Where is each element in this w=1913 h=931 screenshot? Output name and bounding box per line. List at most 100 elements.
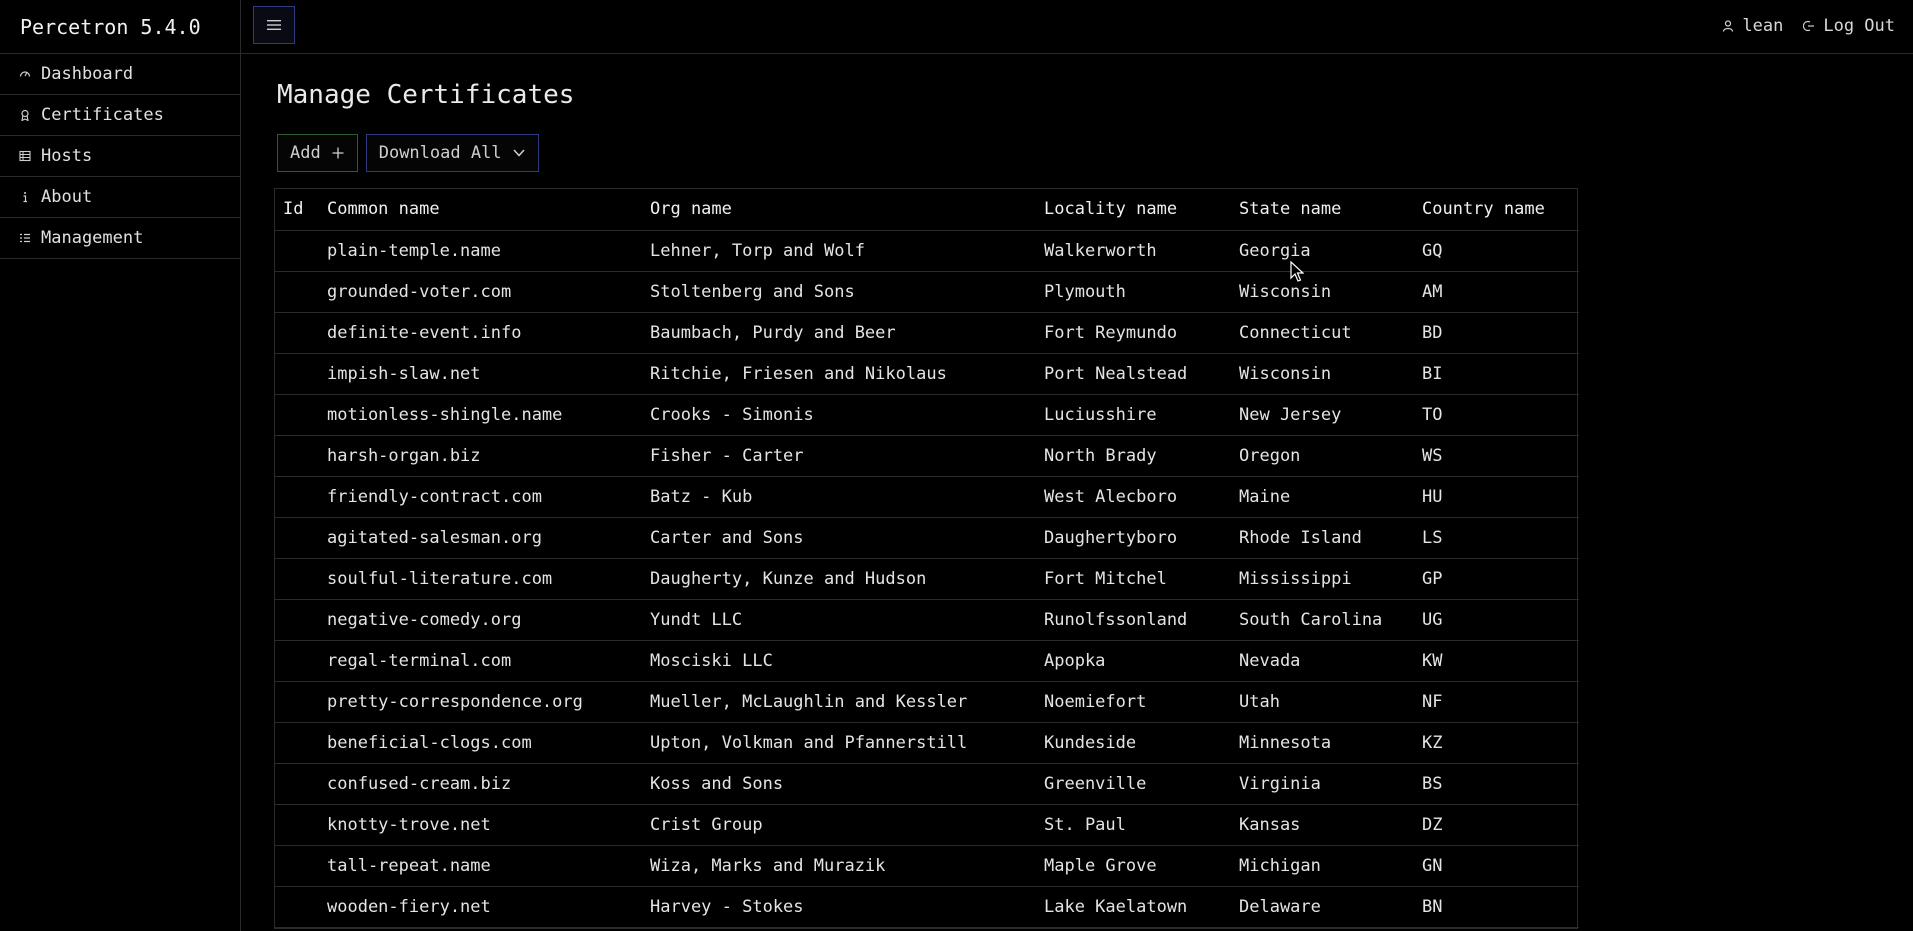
cell-state-name: Wisconsin xyxy=(1231,353,1414,395)
sidebar-item-about[interactable]: About xyxy=(0,177,240,218)
cell-id xyxy=(275,681,319,723)
cell-country-name: BD xyxy=(1414,312,1579,354)
cell-state-name: Maine xyxy=(1231,476,1414,518)
column-header-country-name[interactable]: Country name xyxy=(1414,189,1579,231)
logout-button[interactable]: Log Out xyxy=(1803,16,1895,36)
cell-id xyxy=(275,394,319,436)
cell-state-name: Michigan xyxy=(1231,845,1414,887)
cell-id xyxy=(275,763,319,805)
cell-state-name: South Carolina xyxy=(1231,599,1414,641)
add-button-label: Add xyxy=(290,143,321,163)
cell-country-name: GN xyxy=(1414,845,1579,887)
cell-common-name: beneficial-clogs.com xyxy=(319,722,642,764)
column-header-locality-name[interactable]: Locality name xyxy=(1036,189,1231,231)
cell-state-name: New Jersey xyxy=(1231,394,1414,436)
sidebar-item-management[interactable]: Management xyxy=(0,218,240,259)
cell-locality-name: North Brady xyxy=(1036,435,1231,477)
cell-id xyxy=(275,230,319,272)
table-row[interactable]: beneficial-clogs.com Upton, Volkman and P… xyxy=(275,722,1579,764)
column-header-id[interactable]: Id xyxy=(275,189,319,231)
column-header-common-name[interactable]: Common name xyxy=(319,189,642,231)
cell-id xyxy=(275,886,319,928)
cell-locality-name: Fort Mitchel xyxy=(1036,558,1231,600)
cell-org-name: Batz - Kub xyxy=(642,476,1036,518)
cell-org-name: Lehner, Torp and Wolf xyxy=(642,230,1036,272)
cell-locality-name: Apopka xyxy=(1036,640,1231,682)
download-all-label: Download All xyxy=(378,143,502,163)
cell-country-name: DZ xyxy=(1414,804,1579,846)
cell-country-name: UG xyxy=(1414,599,1579,641)
table-row[interactable]: impish-slaw.net Ritchie, Friesen and Niko… xyxy=(275,353,1579,395)
sidebar-item-label: Management xyxy=(41,228,144,248)
cell-state-name: Nevada xyxy=(1231,640,1414,682)
sidebar-item-hosts[interactable]: Hosts xyxy=(0,136,240,177)
cell-state-name: Mississippi xyxy=(1231,558,1414,600)
cell-locality-name: Walkerworth xyxy=(1036,230,1231,272)
table-row[interactable]: harsh-organ.biz Fisher - Carter North Brad… xyxy=(275,435,1579,477)
table-row[interactable]: knotty-trove.net Crist Group St. Paul Kansa… xyxy=(275,804,1579,846)
cell-locality-name: Port Nealstead xyxy=(1036,353,1231,395)
cell-state-name: Utah xyxy=(1231,681,1414,723)
chevron-down-icon xyxy=(512,149,525,157)
table-row[interactable]: wooden-fiery.net Harvey - Stokes Lake Kael… xyxy=(275,886,1579,928)
cell-state-name: Oregon xyxy=(1231,435,1414,477)
menu-toggle-button[interactable] xyxy=(253,6,295,44)
table-row[interactable]: motionless-shingle.name Crooks - Simonis L… xyxy=(275,394,1579,436)
cell-id xyxy=(275,435,319,477)
cell-id xyxy=(275,640,319,682)
cell-id xyxy=(275,722,319,764)
table-row[interactable]: tall-repeat.name Wiza, Marks and Murazik M… xyxy=(275,845,1579,887)
cell-org-name: Koss and Sons xyxy=(642,763,1036,805)
sidebar-item-certificates[interactable]: Certificates xyxy=(0,95,240,136)
info-icon xyxy=(18,191,31,204)
logout-label: Log Out xyxy=(1823,16,1895,36)
hamburger-icon xyxy=(267,20,281,30)
cell-org-name: Stoltenberg and Sons xyxy=(642,271,1036,313)
table-row[interactable]: definite-event.info Baumbach, Purdy and B… xyxy=(275,312,1579,354)
add-button[interactable]: Add xyxy=(277,134,358,172)
user-menu[interactable]: lean xyxy=(1722,16,1783,36)
cell-country-name: WS xyxy=(1414,435,1579,477)
table-row[interactable]: confused-cream.biz Koss and Sons Greenvill… xyxy=(275,763,1579,805)
table-row[interactable]: plain-temple.name Lehner, Torp and Wolf Wa… xyxy=(275,230,1579,272)
cell-org-name: Crooks - Simonis xyxy=(642,394,1036,436)
cell-id xyxy=(275,476,319,518)
top-bar: lean Log Out xyxy=(241,0,1913,54)
table-row[interactable]: regal-terminal.com Mosciski LLC Apopka Neva… xyxy=(275,640,1579,682)
cell-id xyxy=(275,558,319,600)
cell-state-name: Rhode Island xyxy=(1231,517,1414,559)
cell-country-name: KW xyxy=(1414,640,1579,682)
cell-locality-name: West Alecboro xyxy=(1036,476,1231,518)
app-title: Percetron 5.4.0 xyxy=(0,0,241,54)
table-row[interactable]: soulful-literature.com Daugherty, Kunze a… xyxy=(275,558,1579,600)
cell-country-name: GQ xyxy=(1414,230,1579,272)
cell-org-name: Yundt LLC xyxy=(642,599,1036,641)
cell-locality-name: Luciusshire xyxy=(1036,394,1231,436)
table-header-row: Id Common name Org name Locality name St… xyxy=(275,189,1579,231)
table-row[interactable]: agitated-salesman.org Carter and Sons Daug… xyxy=(275,517,1579,559)
cell-country-name: HU xyxy=(1414,476,1579,518)
cell-org-name: Harvey - Stokes xyxy=(642,886,1036,928)
cell-common-name: negative-comedy.org xyxy=(319,599,642,641)
cell-common-name: harsh-organ.biz xyxy=(319,435,642,477)
cell-country-name: NF xyxy=(1414,681,1579,723)
table-row[interactable]: grounded-voter.com Stoltenberg and Sons Pl… xyxy=(275,271,1579,313)
table-row[interactable]: pretty-correspondence.org Mueller, McLaug… xyxy=(275,681,1579,723)
cell-common-name: regal-terminal.com xyxy=(319,640,642,682)
user-icon xyxy=(1723,20,1734,32)
cell-state-name: Connecticut xyxy=(1231,312,1414,354)
cell-common-name: pretty-correspondence.org xyxy=(319,681,642,723)
cell-country-name: AM xyxy=(1414,271,1579,313)
download-all-button[interactable]: Download All xyxy=(365,134,539,172)
column-header-state-name[interactable]: State name xyxy=(1231,189,1414,231)
sidebar-item-dashboard[interactable]: Dashboard xyxy=(0,54,240,95)
cell-country-name: BS xyxy=(1414,763,1579,805)
cell-locality-name: St. Paul xyxy=(1036,804,1231,846)
table-row[interactable]: friendly-contract.com Batz - Kub West Alec… xyxy=(275,476,1579,518)
table-row[interactable]: negative-comedy.org Yundt LLC Runolfssonla… xyxy=(275,599,1579,641)
cell-common-name: plain-temple.name xyxy=(319,230,642,272)
column-header-org-name[interactable]: Org name xyxy=(642,189,1036,231)
sidebar-item-label: Dashboard xyxy=(41,64,134,84)
cell-country-name: TO xyxy=(1414,394,1579,436)
logout-icon xyxy=(1803,20,1815,32)
